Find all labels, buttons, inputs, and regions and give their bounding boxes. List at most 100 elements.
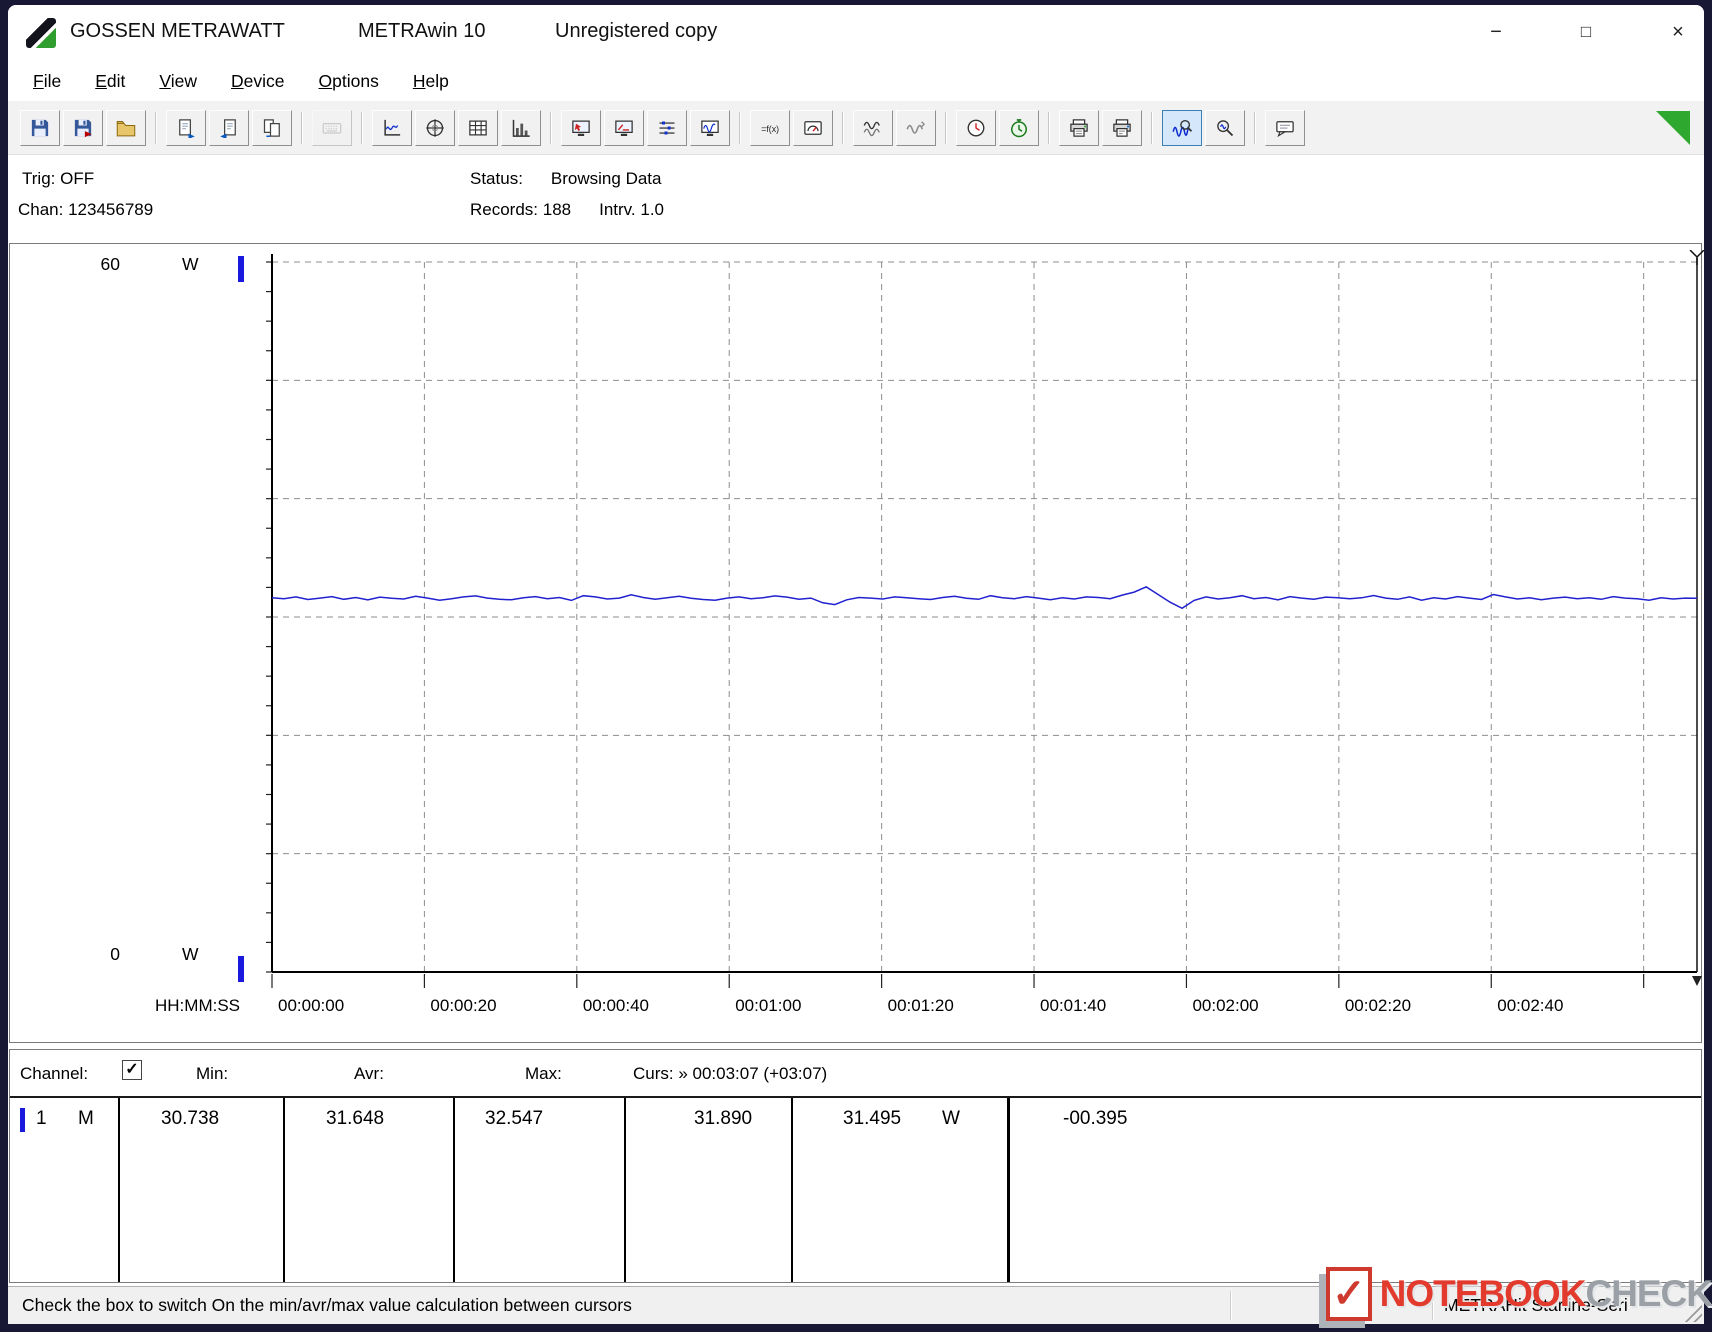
- table-divider: [118, 1098, 120, 1282]
- records-count: Records: 188: [470, 200, 572, 219]
- zoom-time-button[interactable]: [1162, 109, 1202, 146]
- channel-range-marker-bottom: [238, 956, 244, 982]
- measurement-table: Channel: ✓ Min: Avr: Max: Curs: » 00:03:…: [9, 1049, 1702, 1283]
- x-axis-tick-label: 00:00:40: [582, 996, 649, 1015]
- y-axis-max-label: 60: [100, 254, 120, 274]
- save-file-button[interactable]: [20, 109, 60, 146]
- bars-icon: [512, 119, 530, 137]
- scope-icon: [426, 118, 444, 137]
- toolbar-separator: [945, 111, 947, 144]
- close-button[interactable]: ×: [1660, 15, 1696, 49]
- formula-button[interactable]: =f(x): [750, 109, 790, 146]
- table-header-rule: [10, 1096, 1701, 1098]
- fx-icon: =f(x): [761, 123, 779, 133]
- y-axis-unit-top: W: [182, 254, 199, 274]
- clock-button[interactable]: [956, 109, 996, 146]
- license-status: Unregistered copy: [555, 20, 718, 42]
- x-axis-tick-label: 00:01:20: [887, 996, 954, 1015]
- chart-plot-area[interactable]: [258, 250, 1704, 994]
- column-header-channel: Channel:: [20, 1064, 89, 1083]
- channel-setup-button[interactable]: [647, 109, 687, 146]
- measurement-setup-button[interactable]: [604, 109, 644, 146]
- status-label: Status:: [470, 169, 523, 188]
- minmax-toggle-checkbox[interactable]: ✓: [122, 1060, 142, 1080]
- column-header-max: Max:: [525, 1064, 562, 1083]
- brand-title: GOSSEN METRAWATT: [70, 20, 285, 42]
- table-divider: [453, 1098, 455, 1282]
- toolbar-separator: [1151, 111, 1153, 144]
- notebookcheck-watermark: ✓ NOTEBOOKCHECK: [1326, 1256, 1712, 1332]
- toolbar-separator: [361, 111, 363, 144]
- table-divider: [624, 1098, 626, 1282]
- status-value: Browsing Data: [550, 169, 662, 188]
- cell-cursor-b: 31.495: [843, 1108, 902, 1129]
- x-axis-labels: 00:00:00 00:00:20 00:00:40 00:01:00 00:01:20…: [10, 996, 1701, 1022]
- zoom-cursor-button[interactable]: [1205, 109, 1245, 146]
- import-data-button[interactable]: [209, 109, 249, 146]
- start-timer-button[interactable]: [999, 109, 1039, 146]
- trigger-status: Trig: OFF: [22, 169, 95, 188]
- menu-item-options[interactable]: Options: [302, 67, 396, 96]
- export-data-button[interactable]: [166, 109, 206, 146]
- corner-indicator-triangle-icon: [1656, 111, 1690, 145]
- note-icon: [1276, 120, 1294, 137]
- menu-item-edit[interactable]: Edit: [78, 67, 142, 96]
- wave-icon: [863, 121, 880, 136]
- bargraph-view-button[interactable]: [501, 109, 541, 146]
- chart-panel: 60 W 0 W HH:MM:SS 00:00:00 00:00:20 00:00:…: [9, 243, 1704, 1043]
- app-title: METRAwin 10: [358, 20, 486, 42]
- column-header-cursor: Curs: » 00:03:07 (+03:07): [633, 1064, 828, 1083]
- device-connect-button[interactable]: [793, 109, 833, 146]
- x-axis-tick-label: 00:00:20: [430, 996, 497, 1015]
- save-all-button[interactable]: [63, 109, 103, 146]
- menu-item-device[interactable]: Device: [214, 67, 302, 96]
- display-setup-button[interactable]: [561, 109, 601, 146]
- menu-item-help[interactable]: Help: [396, 67, 466, 96]
- toolbar-separator: [842, 111, 844, 144]
- open-file-button[interactable]: [106, 109, 146, 146]
- x-axis-tick-label: 00:02:00: [1192, 996, 1259, 1015]
- clock-icon: [967, 119, 985, 136]
- meter-icon: [804, 120, 822, 135]
- notebookcheck-check-icon: ✓: [1326, 1267, 1372, 1321]
- keyboard-entry-button: [312, 109, 352, 146]
- scope-view-button[interactable]: [415, 109, 455, 146]
- annotation-button[interactable]: [1265, 109, 1305, 146]
- print-button[interactable]: [1059, 109, 1099, 146]
- cell-avr: 31.648: [326, 1108, 385, 1129]
- minimize-button[interactable]: −: [1478, 15, 1514, 49]
- y-axis-min-label: 0: [110, 944, 120, 964]
- title-bar: GOSSEN METRAWATT METRAwin 10 Unregistere…: [8, 5, 1704, 61]
- x-axis-tick-label: 00:01:40: [1040, 996, 1107, 1015]
- printer2-icon: [1113, 118, 1131, 137]
- wave-compare-button[interactable]: [853, 109, 893, 146]
- mon1-icon: [572, 120, 590, 136]
- notebookcheck-text: NOTEBOOKCHECK: [1380, 1273, 1712, 1315]
- floppy-icon: [31, 119, 49, 136]
- maximize-button[interactable]: □: [1568, 15, 1604, 49]
- table-view-button[interactable]: [458, 109, 498, 146]
- toolbar-separator: [301, 111, 303, 144]
- svg-text:=f(x): =f(x): [761, 123, 779, 133]
- info-bar: Trig: OFF Chan: 123456789 Status: Browsin…: [8, 155, 1704, 243]
- menu-item-view[interactable]: View: [142, 67, 214, 96]
- cell-cursor-a: 31.890: [694, 1108, 753, 1129]
- cell-mode: M: [78, 1108, 94, 1129]
- wave-export-button[interactable]: [896, 109, 936, 146]
- menu-item-file[interactable]: File: [16, 67, 78, 96]
- transfer-data-button[interactable]: [252, 109, 292, 146]
- cell-max: 32.547: [485, 1108, 544, 1129]
- statusbar-hint: Check the box to switch On the min/avr/m…: [22, 1295, 632, 1315]
- cell-delta: -00.395: [1063, 1108, 1128, 1129]
- print-preview-button[interactable]: [1102, 109, 1142, 146]
- x-axis-tick-label: 00:02:20: [1344, 996, 1412, 1015]
- toolbar-separator: [155, 111, 157, 144]
- timer-icon: [1010, 118, 1028, 137]
- toolbar-separator: [739, 111, 741, 144]
- trend-view-button[interactable]: [372, 109, 412, 146]
- trend-icon: [384, 119, 401, 136]
- toolbar-separator: [550, 111, 552, 144]
- monitor-wave-button[interactable]: [690, 109, 730, 146]
- keyb-icon: [322, 122, 342, 134]
- table-divider: [1007, 1098, 1010, 1282]
